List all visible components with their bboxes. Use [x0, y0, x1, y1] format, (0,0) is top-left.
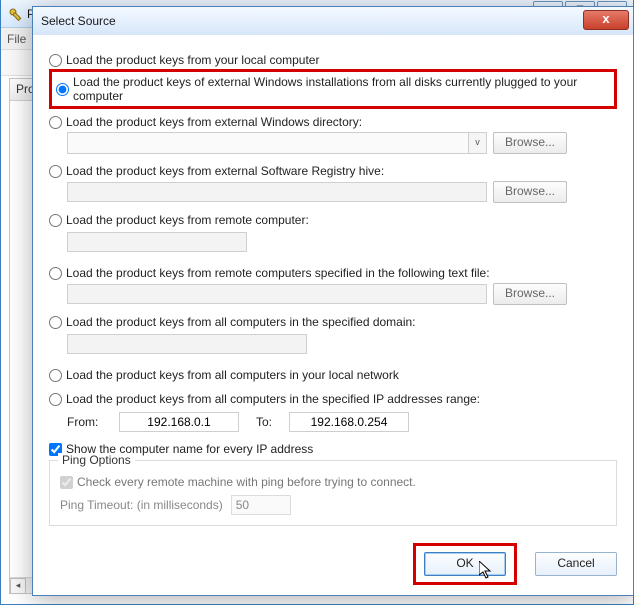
label-local: Load the product keys from your local co…	[66, 53, 319, 67]
label-remote-file: Load the product keys from remote comput…	[66, 266, 490, 280]
highlight-ok-button: OK	[413, 543, 517, 585]
input-ip-from[interactable]	[119, 412, 239, 432]
label-ping-timeout: Ping Timeout: (in milliseconds)	[60, 498, 223, 512]
browse-external-dir-button[interactable]: Browse...	[493, 132, 567, 154]
combo-external-dir[interactable]: v	[67, 132, 487, 154]
row-registry-hive: Browse...	[67, 181, 617, 203]
menu-file[interactable]: File	[7, 32, 26, 46]
label-ping: Check every remote machine with ping bef…	[77, 475, 416, 489]
option-remote-file[interactable]: Load the product keys from remote comput…	[49, 266, 617, 280]
option-remote-computer[interactable]: Load the product keys from remote comput…	[49, 213, 617, 227]
app-icon	[7, 6, 23, 22]
dialog-title: Select Source	[41, 14, 116, 28]
row-external-dir: v Browse...	[67, 132, 617, 154]
row-ping-timeout: Ping Timeout: (in milliseconds)	[60, 495, 606, 515]
checkbox-ping[interactable]	[60, 476, 73, 489]
input-remote-computer[interactable]	[67, 232, 247, 252]
input-registry-hive[interactable]	[67, 182, 487, 202]
cancel-button[interactable]: Cancel	[535, 552, 617, 576]
radio-ip-range[interactable]	[49, 393, 62, 406]
label-local-network: Load the product keys from all computers…	[66, 368, 399, 382]
label-remote-computer: Load the product keys from remote comput…	[66, 213, 309, 227]
highlight-selected-option: Load the product keys of external Window…	[49, 69, 617, 109]
dialog-titlebar[interactable]: Select Source x	[33, 7, 633, 35]
label-ip-range: Load the product keys from all computers…	[66, 392, 480, 406]
dialog-button-row: OK Cancel	[413, 543, 617, 585]
select-source-dialog: Select Source x Load the product keys fr…	[32, 6, 634, 596]
label-domain: Load the product keys from all computers…	[66, 315, 416, 329]
radio-registry-hive[interactable]	[49, 165, 62, 178]
dialog-body: Load the product keys from your local co…	[33, 35, 633, 540]
row-ping-check[interactable]: Check every remote machine with ping bef…	[60, 475, 606, 489]
dialog-close-button[interactable]: x	[583, 10, 629, 30]
radio-local[interactable]	[49, 54, 62, 67]
row-remote-file: Browse...	[67, 283, 617, 305]
label-to: To:	[249, 415, 279, 429]
group-title-ping: Ping Options	[58, 453, 135, 467]
radio-local-network[interactable]	[49, 369, 62, 382]
row-remote-computer	[67, 229, 617, 260]
option-registry-hive[interactable]: Load the product keys from external Soft…	[49, 164, 617, 178]
label-external-all: Load the product keys of external Window…	[73, 75, 610, 103]
row-domain	[67, 331, 617, 362]
ok-button[interactable]: OK	[424, 552, 506, 576]
input-ip-to[interactable]	[289, 412, 409, 432]
row-ip-range: From: To:	[67, 412, 617, 432]
browse-registry-hive-button[interactable]: Browse...	[493, 181, 567, 203]
option-local[interactable]: Load the product keys from your local co…	[49, 53, 617, 67]
radio-external-dir[interactable]	[49, 116, 62, 129]
option-local-network[interactable]: Load the product keys from all computers…	[49, 368, 617, 382]
option-ip-range[interactable]: Load the product keys from all computers…	[49, 392, 617, 406]
option-external-all-disks[interactable]: Load the product keys of external Window…	[56, 75, 610, 103]
input-remote-file[interactable]	[67, 284, 487, 304]
scroll-left-button[interactable]: ◂	[10, 578, 26, 594]
radio-remote-file[interactable]	[49, 267, 62, 280]
option-external-dir[interactable]: Load the product keys from external Wind…	[49, 115, 617, 129]
label-registry-hive: Load the product keys from external Soft…	[66, 164, 384, 178]
radio-domain[interactable]	[49, 316, 62, 329]
chevron-down-icon[interactable]: v	[468, 133, 486, 153]
input-ping-timeout[interactable]	[231, 495, 291, 515]
radio-external-all[interactable]	[56, 83, 69, 96]
group-ping-options: Ping Options Check every remote machine …	[49, 460, 617, 526]
input-domain[interactable]	[67, 334, 307, 354]
option-domain[interactable]: Load the product keys from all computers…	[49, 315, 617, 329]
browse-remote-file-button[interactable]: Browse...	[493, 283, 567, 305]
label-external-dir: Load the product keys from external Wind…	[66, 115, 362, 129]
label-from: From:	[67, 415, 109, 429]
radio-remote-computer[interactable]	[49, 214, 62, 227]
